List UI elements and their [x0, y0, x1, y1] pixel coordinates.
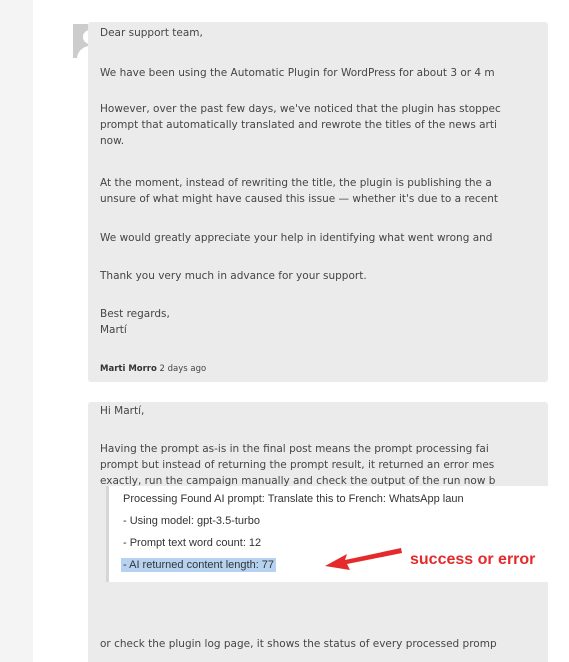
paragraph: However, over the past few days, we've n…: [100, 103, 501, 115]
signoff-name: Martí: [100, 324, 127, 336]
log-line: - Prompt text word count: 12: [123, 537, 262, 549]
paragraph: prompt but instead of returning the prom…: [100, 459, 495, 471]
greeting: Dear support team,: [100, 27, 203, 39]
paragraph: unsure of what might have caused this is…: [100, 193, 499, 205]
paragraph: We have been using the Automatic Plugin …: [100, 67, 495, 79]
signoff: Best regards,: [100, 308, 170, 320]
message-meta: Marti Morro 2 days ago: [100, 363, 206, 375]
timestamp: 2 days ago: [159, 364, 207, 374]
paragraph: Thank you very much in advance for your …: [100, 270, 367, 282]
paragraph: Having the prompt as-is in the final pos…: [100, 443, 489, 455]
paragraph: We would greatly appreciate your help in…: [100, 232, 493, 244]
annotation-text: success or error: [410, 551, 536, 568]
log-screenshot: Processing Found AI prompt: Translate th…: [106, 486, 569, 582]
greeting: Hi Martí,: [100, 405, 145, 417]
reply-message-customer: Dear support team, We have been using th…: [88, 22, 548, 382]
log-line: Processing Found AI prompt: Translate th…: [123, 493, 464, 505]
paragraph: At the moment, instead of rewriting the …: [100, 177, 492, 189]
paragraph: prompt that automatically translated and…: [100, 119, 497, 131]
author-name[interactable]: Marti Morro: [100, 364, 157, 374]
log-line-highlighted: - AI returned content length: 77: [121, 558, 277, 573]
paragraph: now.: [100, 135, 125, 147]
highlighted-text: - AI returned content length: 77: [121, 558, 277, 572]
log-line: - Using model: gpt-3.5-turbo: [123, 515, 260, 527]
page: Dear support team, We have been using th…: [0, 0, 569, 662]
red-arrow-icon: [325, 548, 402, 570]
paragraph: or check the plugin log page, it shows t…: [100, 638, 497, 650]
